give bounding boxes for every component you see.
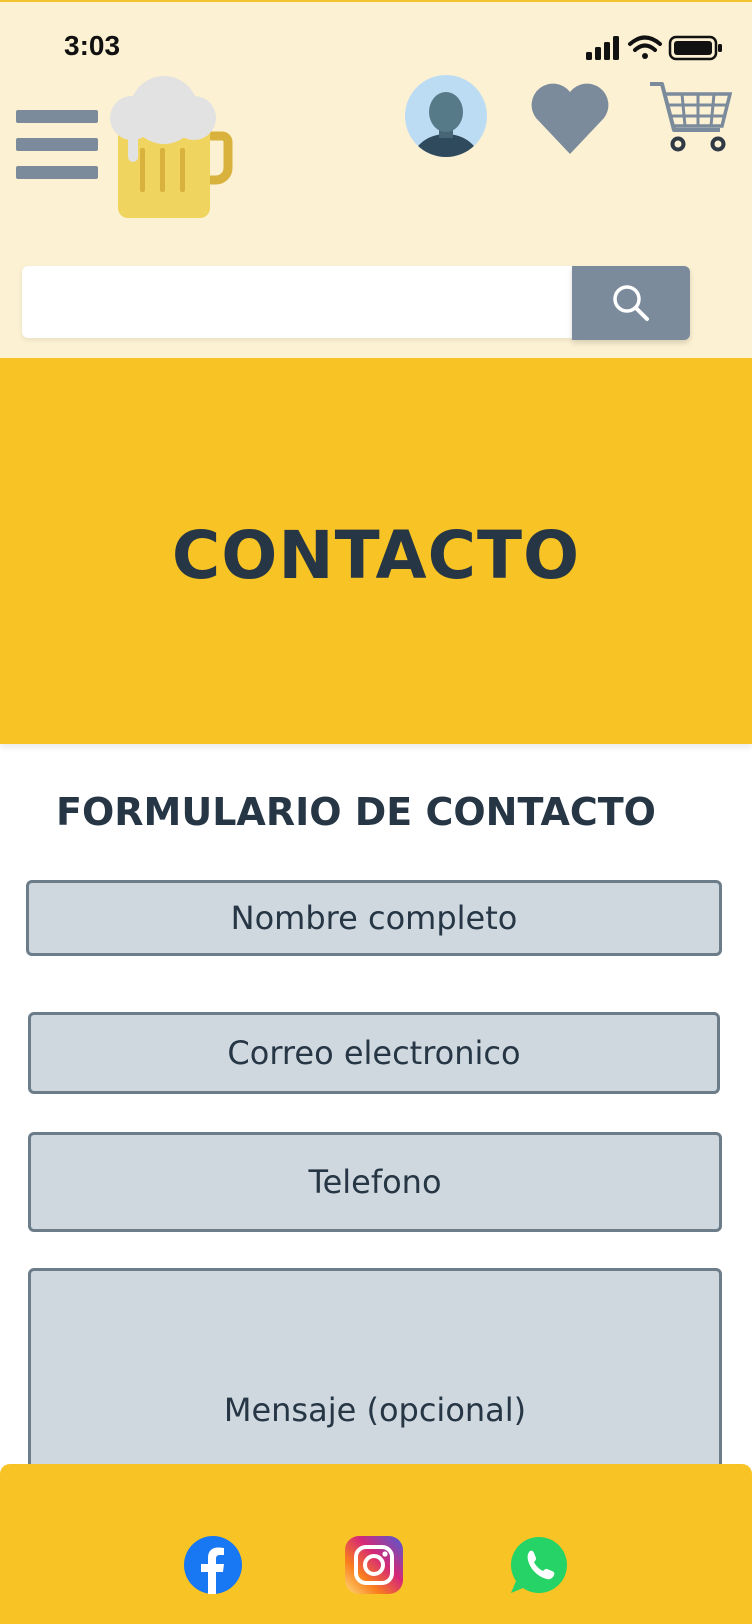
status-bar-icons [586, 35, 722, 61]
hero-banner: CONTACTO [0, 358, 752, 744]
heart-icon[interactable] [530, 80, 610, 156]
beer-mug-logo-icon[interactable] [108, 74, 238, 222]
page-title: CONTACTO [171, 516, 581, 594]
search-input[interactable] [22, 266, 572, 338]
email-field[interactable]: Correo electronico [28, 1012, 720, 1094]
full-name-field[interactable]: Nombre completo [26, 880, 722, 956]
signal-icon [586, 36, 619, 60]
form-title: FORMULARIO DE CONTACTO [56, 790, 656, 834]
whatsapp-icon[interactable] [508, 1534, 570, 1596]
phone-label: Telefono [308, 1163, 442, 1201]
app-header: 3:03 [0, 0, 752, 358]
search-icon [613, 285, 649, 321]
wifi-icon [628, 35, 662, 59]
status-time: 3:03 [64, 30, 121, 61]
user-avatar-icon[interactable] [404, 74, 488, 158]
search-button[interactable] [572, 266, 690, 340]
facebook-icon[interactable] [182, 1534, 244, 1596]
message-label: Mensaje (opcional) [223, 1391, 527, 1429]
instagram-icon[interactable] [343, 1534, 405, 1596]
battery-icon [668, 35, 722, 61]
hamburger-menu-icon[interactable] [16, 110, 98, 186]
shopping-cart-icon[interactable] [648, 78, 734, 156]
email-label: Correo electronico [227, 1034, 521, 1072]
full-name-label: Nombre completo [230, 899, 518, 937]
footer [0, 1464, 752, 1624]
phone-field[interactable]: Telefono [28, 1132, 722, 1232]
